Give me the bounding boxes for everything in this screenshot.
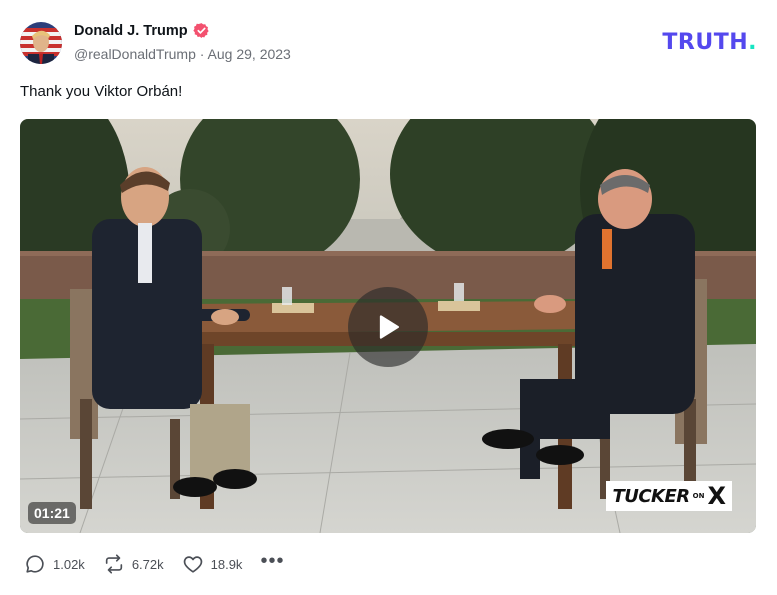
play-icon [379,315,399,339]
watermark-x: X [707,482,726,510]
post-date[interactable]: Aug 29, 2023 [208,46,291,62]
logo-dot: . [748,30,757,55]
more-dots-icon[interactable]: ••• [260,551,284,571]
like-button[interactable]: 18.9k [182,553,243,575]
post-text: Thank you Viktor Orbán! [20,83,183,100]
video-duration: 01:21 [28,502,76,524]
logo-text: TRUTH [662,30,749,55]
reply-bubble-icon [26,555,44,573]
author-row: Donald J. Trump [74,22,210,39]
verified-badge-icon [192,22,210,39]
reply-button[interactable]: 1.02k [24,553,85,575]
watermark-name: TUCKER [612,485,690,507]
author-handle[interactable]: @realDonaldTrump [74,46,196,62]
play-button[interactable] [348,287,428,367]
post-header: Donald J. Trump @realDonaldTrump · Aug 2… [20,20,757,66]
avatar-image [20,22,62,64]
post-meta: @realDonaldTrump · Aug 29, 2023 [74,46,291,62]
video-watermark: TUCKER ON X [606,481,732,511]
watermark-on: ON [692,492,705,500]
truth-logo[interactable]: TRUTH. [662,30,757,55]
author-name[interactable]: Donald J. Trump [74,23,188,39]
retruth-button[interactable]: 6.72k [103,553,164,575]
retruth-count: 6.72k [131,556,164,572]
meta-separator: · [199,46,205,62]
avatar[interactable] [20,22,62,64]
reply-count: 1.02k [53,556,85,572]
retruth-arrows-icon [105,554,122,574]
action-bar: 1.02k 6.72k 18.9k ••• [24,551,284,575]
like-count: 18.9k [210,556,243,572]
video-player[interactable]: 01:21 TUCKER ON X [20,119,756,533]
heart-icon [183,556,202,573]
